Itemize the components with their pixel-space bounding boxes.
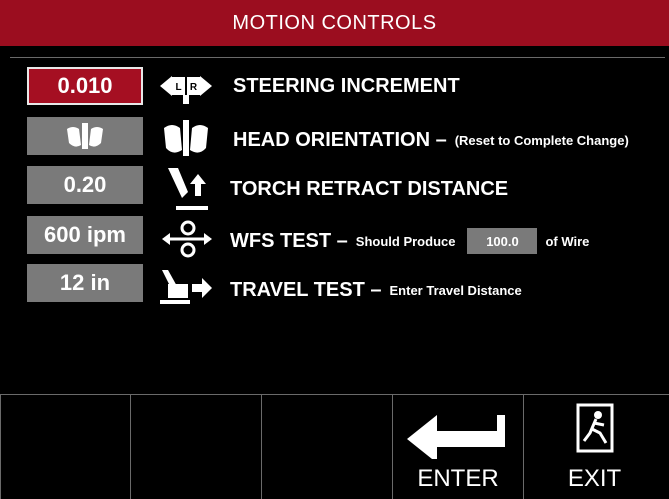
steering-increment-value[interactable]: 0.010 (27, 67, 143, 105)
travel-icon (160, 270, 212, 304)
head-orientation-note: (Reset to Complete Change) (454, 132, 629, 148)
wfs-test-value-text: 600 ipm (44, 222, 126, 247)
soft-button-1[interactable] (0, 395, 131, 499)
travel-test-value[interactable]: 12 in (27, 264, 143, 302)
wire-feed-icon (162, 220, 212, 258)
wire-amount-text: 100.0 (486, 233, 519, 249)
torch-retract-icon (168, 168, 208, 210)
divider (10, 57, 665, 58)
page-title: MOTION CONTROLS (232, 11, 437, 34)
head-orientation-icon-large (164, 120, 208, 156)
torch-retract-value[interactable]: 0.20 (27, 166, 143, 204)
travel-test-label: TRAVEL TEST – Enter Travel Distance (230, 271, 522, 309)
exit-button[interactable]: EXIT (524, 395, 665, 499)
torch-retract-text: TORCH RETRACT DISTANCE (230, 177, 509, 200)
enter-button[interactable]: ENTER (393, 395, 524, 499)
wire-suffix-text: of Wire (545, 233, 590, 249)
head-orientation-text: HEAD ORIENTATION – (233, 128, 447, 151)
travel-test-value-text: 12 in (59, 270, 111, 295)
head-orientation-icon (67, 123, 103, 149)
torch-retract-label: TORCH RETRACT DISTANCE (230, 170, 508, 208)
wfs-test-label: WFS TEST – Should Produce 100.0 of Wire (230, 222, 589, 260)
wfs-test-note: Should Produce (355, 233, 456, 249)
wfs-test-value[interactable]: 600 ipm (27, 216, 143, 254)
soft-button-2[interactable] (131, 395, 262, 499)
exit-label: EXIT (567, 465, 622, 492)
svg-text:L: L (175, 82, 181, 93)
head-orientation-label: HEAD ORIENTATION – (Reset to Complete Ch… (233, 121, 629, 159)
enter-arrow-icon (407, 415, 505, 459)
enter-label: ENTER (417, 465, 499, 492)
travel-test-note: Enter Travel Distance (389, 282, 522, 298)
exit-door-icon (576, 403, 614, 453)
svg-text:R: R (190, 82, 198, 93)
travel-test-text: TRAVEL TEST – (230, 278, 382, 301)
wfs-test-text: WFS TEST – (230, 229, 348, 252)
soft-button-3[interactable] (262, 395, 393, 499)
title-bar: MOTION CONTROLS (0, 0, 669, 46)
steering-increment-text: STEERING INCREMENT (233, 74, 460, 97)
steering-increment-value-text: 0.010 (57, 73, 113, 98)
steering-increment-label: STEERING INCREMENT (233, 67, 460, 105)
steering-lr-icon: L R (160, 76, 212, 104)
torch-retract-value-text: 0.20 (63, 172, 107, 197)
wire-amount-field[interactable]: 100.0 (467, 228, 538, 254)
bottom-button-bar: ENTER EXIT (0, 394, 669, 499)
head-orientation-button[interactable] (27, 117, 143, 155)
